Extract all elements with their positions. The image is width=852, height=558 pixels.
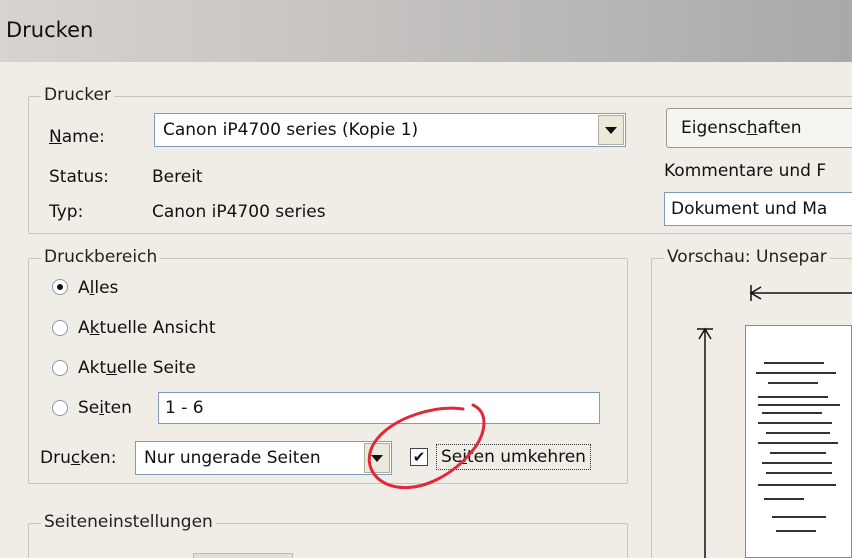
radio-current-view[interactable] <box>52 320 68 336</box>
page-setup-group-label: Seiteneinstellungen <box>41 512 216 532</box>
window-title: Drucken <box>6 18 94 42</box>
comments-label: Kommentare und F <box>664 161 827 181</box>
preview-page <box>745 325 852 558</box>
printer-name-select[interactable]: Canon iP4700 series (Kopie 1) <box>154 113 626 147</box>
properties-button[interactable]: Eigensc h aften <box>666 108 852 148</box>
print-subset-select[interactable]: Nur ungerade Seiten <box>135 441 392 475</box>
preview-height-arrow <box>697 327 713 558</box>
comments-value: Dokument und Ma <box>671 199 828 219</box>
radio-pages[interactable] <box>52 400 68 416</box>
printer-name-dropdown-button[interactable] <box>598 115 624 145</box>
preview-group-label: Vorschau: Unsepar <box>664 247 830 267</box>
page-setup-tab <box>193 553 293 558</box>
radio-current-page[interactable] <box>52 360 68 376</box>
radio-all[interactable] <box>52 279 68 295</box>
print-range-group-label: Druckbereich <box>41 247 161 267</box>
comments-select[interactable]: Dokument und Ma <box>664 192 852 226</box>
preview-width-arrow <box>749 285 852 301</box>
type-label: Typ: <box>49 202 84 222</box>
pages-input-value: 1 - 6 <box>165 398 204 418</box>
radio-current-page-label: Aktuelle Seite <box>78 358 196 378</box>
name-label: Name: <box>49 127 105 147</box>
type-value: Canon iP4700 series <box>152 202 326 222</box>
status-value: Bereit <box>152 167 203 187</box>
page-setup-group: Seiteneinstellungen <box>28 512 628 558</box>
print-subset-label: Drucken: <box>40 448 117 468</box>
red-annotation-circle <box>367 403 486 490</box>
title-bar: Drucken <box>0 0 852 62</box>
printer-name-value: Canon iP4700 series (Kopie 1) <box>163 120 419 140</box>
print-subset-value: Nur ungerade Seiten <box>144 448 321 468</box>
radio-all-label: Alles <box>78 278 119 298</box>
status-label: Status: <box>49 167 109 187</box>
radio-current-view-label: Aktuelle Ansicht <box>78 318 216 338</box>
radio-pages-label: Seiten <box>78 398 132 418</box>
chevron-down-icon <box>605 126 617 134</box>
printer-group-label: Drucker <box>41 85 114 105</box>
